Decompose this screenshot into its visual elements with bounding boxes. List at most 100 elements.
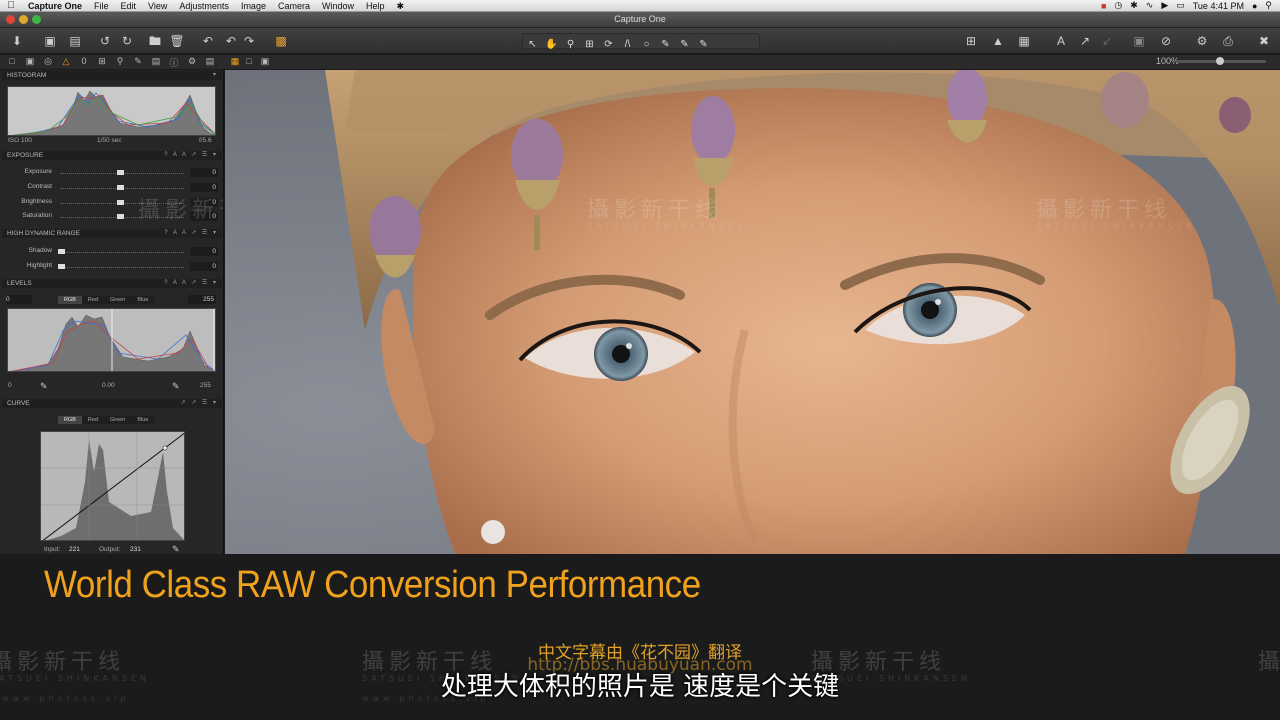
- grid-icon[interactable]: ⊞: [962, 32, 980, 50]
- crop-icon[interactable]: ⊞: [580, 38, 599, 52]
- camera-icon[interactable]: ▣: [1130, 32, 1148, 50]
- rotate-icon[interactable]: ⟳: [599, 38, 618, 52]
- brightness-slider-knob[interactable]: [117, 200, 124, 205]
- output-tab-icon[interactable]: ⚙: [186, 56, 198, 67]
- pan-icon[interactable]: ✋: [542, 38, 561, 52]
- capture-tab-icon[interactable]: ▣: [24, 56, 36, 67]
- section-controls-icon[interactable]: ? A A ↗ ☰ ▾: [164, 151, 218, 160]
- curve-picker-icon[interactable]: ✎: [172, 544, 180, 554]
- levels-output-high[interactable]: 255: [200, 382, 211, 389]
- eraser-icon[interactable]: ✎: [675, 38, 694, 52]
- wifi-icon[interactable]: ∿: [1146, 0, 1154, 11]
- levels-header[interactable]: LEVELS ? A A ↗ ☰ ▾: [2, 279, 222, 288]
- levels-tab-blue[interactable]: Blue: [131, 296, 154, 304]
- brush-icon[interactable]: ✎: [656, 38, 675, 52]
- browser-icon[interactable]: ▤: [66, 32, 84, 50]
- local-adjust-tab-icon[interactable]: ✎: [132, 56, 144, 67]
- shadow-slider-knob[interactable]: [58, 249, 65, 254]
- section-controls-icon[interactable]: ? A A ↗ ☰ ▾: [164, 229, 218, 238]
- folder-icon[interactable]: 🖿: [146, 32, 164, 50]
- exposure-value[interactable]: 0: [190, 168, 218, 177]
- text-icon[interactable]: A: [1052, 32, 1070, 50]
- import-icon[interactable]: ⬇: [8, 32, 26, 50]
- gear-icon[interactable]: ⚙: [1193, 32, 1211, 50]
- menu-edit[interactable]: Edit: [115, 0, 143, 12]
- curve-input-value[interactable]: 221: [69, 546, 80, 553]
- single-view-icon[interactable]: □: [243, 56, 255, 66]
- undo-icon[interactable]: ↶: [222, 32, 240, 50]
- menu-view[interactable]: View: [142, 0, 173, 12]
- rotate-left-icon[interactable]: ↺: [96, 32, 114, 50]
- hdr-header[interactable]: HIGH DYNAMIC RANGE ? A A ↗ ☰ ▾: [2, 229, 222, 238]
- highlight-value[interactable]: 0: [190, 262, 218, 271]
- exposure-slider-knob[interactable]: [117, 170, 124, 175]
- menu-help[interactable]: Help: [360, 0, 391, 12]
- capture-icon[interactable]: ▣: [41, 32, 59, 50]
- photo-viewer[interactable]: 攝影新干线 SATSUEI SHINKANSEN 攝影新干线 SATSUEI S…: [225, 70, 1280, 554]
- tools-icon[interactable]: ✖: [1255, 32, 1273, 50]
- menu-app[interactable]: Capture One: [22, 0, 88, 12]
- volume-icon[interactable]: ▶: [1161, 0, 1168, 11]
- histogram-header[interactable]: HISTOGRAM ▾: [2, 71, 222, 80]
- rotate-right-icon[interactable]: ↻: [118, 32, 136, 50]
- curve-tab-blue[interactable]: Blue: [131, 416, 154, 424]
- highlight-slider-knob[interactable]: [58, 264, 65, 269]
- levels-input-high[interactable]: 255: [188, 295, 216, 304]
- select-icon[interactable]: ↖: [523, 38, 542, 52]
- apple-icon[interactable]: : [0, 0, 22, 11]
- exposure-tab-icon[interactable]: △: [60, 56, 72, 67]
- curve-header[interactable]: CURVE ↗ ↗ ☰ ▾: [2, 399, 222, 408]
- levels-output-low[interactable]: 0: [8, 382, 12, 389]
- script-icon[interactable]: ✱: [391, 0, 411, 12]
- menu-image[interactable]: Image: [235, 0, 272, 12]
- keystone-icon[interactable]: /\: [618, 38, 637, 52]
- clock[interactable]: Tue 4:41 PM: [1193, 1, 1244, 11]
- levels-tab-green[interactable]: Green: [104, 296, 131, 304]
- spot-icon[interactable]: ○: [637, 38, 656, 52]
- section-controls-icon[interactable]: ↗ ↗ ☰ ▾: [181, 399, 218, 408]
- levels-input-low[interactable]: 0: [6, 295, 32, 304]
- levels-tab-red[interactable]: Red: [82, 296, 104, 304]
- saturation-slider-knob[interactable]: [117, 214, 124, 219]
- contrast-value[interactable]: 0: [190, 183, 218, 192]
- levels-histogram[interactable]: [7, 308, 216, 372]
- zoom-icon[interactable]: ⚲: [561, 38, 580, 52]
- section-menu-icon[interactable]: ▾: [213, 71, 218, 80]
- picker-icon[interactable]: ✎: [694, 38, 713, 52]
- print-icon[interactable]: ⎙: [1219, 32, 1237, 50]
- battery-icon[interactable]: ▭: [1176, 0, 1185, 11]
- composition-tab-icon[interactable]: ⊞: [96, 56, 108, 67]
- levels-tab-rgb[interactable]: RGB: [58, 296, 82, 304]
- metadata-tab-icon[interactable]: ▤: [150, 56, 162, 67]
- grid-view-icon[interactable]: ▦: [229, 56, 241, 67]
- details-tab-icon[interactable]: ⚲: [114, 56, 126, 67]
- exposure-warning-icon[interactable]: ▲: [989, 32, 1007, 50]
- contrast-slider-knob[interactable]: [117, 185, 124, 190]
- menu-adjustments[interactable]: Adjustments: [173, 0, 235, 12]
- lens-tab-icon[interactable]: 0: [78, 56, 90, 66]
- menu-camera[interactable]: Camera: [272, 0, 316, 12]
- trash-icon[interactable]: 🗑: [168, 32, 186, 50]
- shadow-value[interactable]: 0: [190, 247, 218, 256]
- highlight-slider[interactable]: [60, 267, 184, 268]
- no-entry-icon[interactable]: ⊘: [1157, 32, 1175, 50]
- curve-tab-green[interactable]: Green: [104, 416, 131, 424]
- color-tab-icon[interactable]: ◎: [42, 56, 54, 67]
- spotlight-icon[interactable]: ⚲: [1265, 0, 1272, 11]
- info-tab-icon[interactable]: ⓘ: [168, 56, 180, 69]
- curve-tab-rgb[interactable]: RGB: [58, 416, 82, 424]
- curve-graph[interactable]: [40, 431, 185, 541]
- user-icon[interactable]: ●: [1252, 1, 1257, 11]
- section-controls-icon[interactable]: ? A A ↗ ☰ ▾: [164, 279, 218, 288]
- curve-output-value[interactable]: 231: [130, 546, 141, 553]
- white-picker-icon[interactable]: ✎: [172, 381, 180, 392]
- levels-midpoint[interactable]: 0.00: [102, 382, 115, 389]
- library-tab-icon[interactable]: □: [6, 56, 18, 66]
- bluetooth-icon[interactable]: ✱: [1130, 0, 1138, 11]
- time-machine-icon[interactable]: ◷: [1114, 0, 1122, 11]
- zoom-slider[interactable]: [1176, 57, 1266, 65]
- menu-window[interactable]: Window: [316, 0, 360, 12]
- curve-tab-red[interactable]: Red: [82, 416, 104, 424]
- exposure-header[interactable]: EXPOSURE ? A A ↗ ☰ ▾: [2, 151, 222, 160]
- redo-icon[interactable]: ↷: [240, 32, 258, 50]
